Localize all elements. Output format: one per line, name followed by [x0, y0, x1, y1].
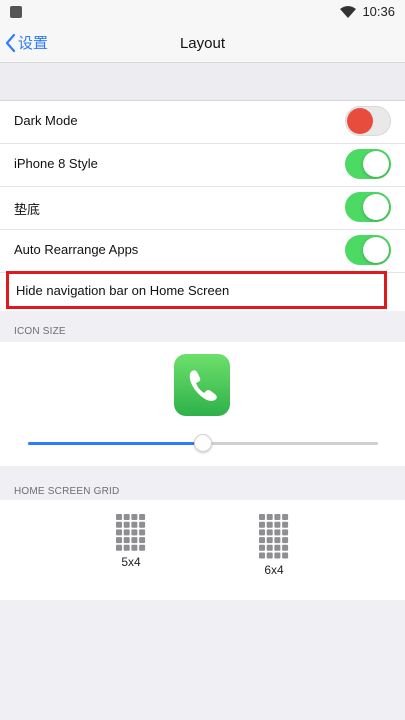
grid-option-label: 5x4: [121, 555, 141, 569]
toggle-knob: [363, 151, 389, 177]
grid-cell: [282, 529, 289, 536]
grid-5x4-icon: [116, 514, 146, 551]
toggle-knob: [363, 237, 389, 263]
dark-mode-toggle[interactable]: [345, 106, 391, 136]
grid-cell: [259, 521, 265, 528]
grid-cell: [266, 514, 273, 520]
grid-cell: [131, 537, 138, 544]
row-dock: 垫底: [0, 187, 405, 230]
grid-option-5x4[interactable]: 5x4: [106, 514, 156, 569]
iphone8-style-toggle[interactable]: [345, 149, 391, 179]
grid-cell: [123, 537, 130, 544]
hide-nav-bar-label: Hide navigation bar on Home Screen: [16, 283, 230, 298]
grid-cell: [274, 514, 281, 520]
grid-cell: [274, 537, 281, 544]
grid-cell: [123, 544, 130, 551]
grid-cell: [131, 544, 138, 551]
page-title: Layout: [179, 35, 226, 52]
navigation-bar: 设置 Layout: [0, 26, 405, 63]
grid-cell: [131, 514, 138, 520]
icon-size-header: ICON SIZE: [14, 326, 66, 337]
grid-cell: [139, 537, 146, 544]
row-iphone8-style: iPhone 8 Style: [0, 144, 405, 187]
grid-cell: [123, 514, 130, 520]
slider-fill: [28, 442, 203, 445]
hide-nav-bar-row[interactable]: Hide navigation bar on Home Screen: [6, 271, 387, 309]
grid-cell: [282, 544, 289, 551]
iphone8-style-label: iPhone 8 Style: [14, 156, 98, 171]
grid-cell: [266, 537, 273, 544]
phone-app-icon: [174, 354, 230, 416]
grid-cell: [123, 521, 130, 528]
grid-cell: [123, 529, 130, 536]
grid-cell: [116, 544, 122, 551]
auto-rearrange-toggle[interactable]: [345, 235, 391, 265]
section-gap: [0, 63, 405, 100]
status-right: 10:36: [340, 4, 395, 19]
slider-thumb[interactable]: [194, 434, 212, 452]
grid-cell: [266, 544, 273, 551]
dock-toggle[interactable]: [345, 192, 391, 222]
grid-cell: [259, 529, 265, 536]
status-bar: 10:36: [0, 0, 405, 26]
toggle-knob: [347, 108, 373, 134]
app-notification-icon: [10, 6, 22, 18]
grid-cell: [266, 521, 273, 528]
grid-cell: [139, 514, 146, 520]
row-dark-mode: Dark Mode: [0, 101, 405, 144]
grid-cell: [259, 552, 265, 559]
home-grid-panel: 5x4 6x4: [0, 500, 405, 600]
grid-cell: [266, 529, 273, 536]
grid-cell: [139, 529, 146, 536]
toggle-knob: [363, 194, 389, 220]
grid-cell: [282, 521, 289, 528]
grid-cell: [274, 552, 281, 559]
grid-cell: [131, 529, 138, 536]
icon-size-panel: [0, 342, 405, 466]
grid-cell: [274, 544, 281, 551]
status-time: 10:36: [362, 4, 395, 19]
grid-cell: [259, 544, 265, 551]
grid-cell: [282, 537, 289, 544]
grid-cell: [116, 537, 122, 544]
grid-cell: [282, 552, 289, 559]
grid-cell: [131, 521, 138, 528]
grid-cell: [282, 514, 289, 520]
auto-rearrange-label: Auto Rearrange Apps: [14, 242, 139, 257]
grid-cell: [116, 514, 122, 520]
dock-label: 垫底: [14, 202, 41, 217]
grid-6x4-icon: [259, 514, 289, 559]
row-auto-rearrange: Auto Rearrange Apps: [0, 230, 405, 273]
grid-cell: [274, 529, 281, 536]
grid-cell: [259, 537, 265, 544]
grid-cell: [116, 521, 122, 528]
wifi-icon: [340, 5, 357, 18]
grid-cell: [116, 529, 122, 536]
home-grid-header: HOME SCREEN GRID: [14, 486, 120, 497]
grid-cell: [266, 552, 273, 559]
grid-cell: [139, 544, 146, 551]
dark-mode-label: Dark Mode: [14, 113, 78, 128]
icon-size-slider[interactable]: [28, 434, 378, 452]
grid-cell: [259, 514, 265, 520]
grid-option-label: 6x4: [264, 563, 284, 577]
grid-option-6x4[interactable]: 6x4: [249, 514, 299, 577]
grid-cell: [139, 521, 146, 528]
phone-icon: [189, 370, 217, 401]
grid-cell: [274, 521, 281, 528]
